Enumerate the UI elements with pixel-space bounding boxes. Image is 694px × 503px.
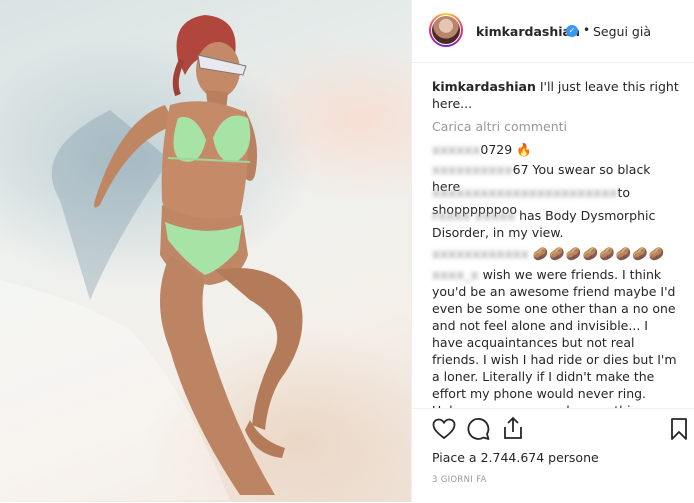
comment-icon[interactable] xyxy=(467,417,491,441)
comment: xxxxxxxxxxxx 🥔🥔🥔🥔🥔🥔🥔🥔 xyxy=(432,245,682,262)
avatar-image xyxy=(431,15,461,45)
post-timestamp[interactable]: 3 GIORNI FA xyxy=(432,475,487,485)
comment: xxxxxx0729 🔥 xyxy=(432,141,682,158)
instagram-post: kimkardashian ✓ • Segui già kimkardashia… xyxy=(0,0,694,502)
bookmark-icon[interactable] xyxy=(670,417,688,441)
header-username[interactable]: kimkardashian xyxy=(476,24,580,39)
post-photo[interactable] xyxy=(0,0,411,502)
comment-username-blurred[interactable]: xxxxxxxxxxxx xyxy=(432,245,529,262)
likes-count[interactable]: Piace a 2.744.674 persone xyxy=(432,450,599,465)
comment: rxxxx xxxxx has Body Dysmorphic Disorder… xyxy=(432,207,682,241)
comment-username-blurred[interactable]: xxxxxxxxxx xyxy=(432,161,513,178)
post-actions: Piace a 2.744.674 persone 3 GIORNI FA xyxy=(412,408,694,503)
verified-badge-icon: ✓ xyxy=(566,25,578,37)
comment: xxxx_x wish we were friends. I think you… xyxy=(432,266,682,408)
header-separator: • xyxy=(583,23,591,37)
comment-text: 0729 🔥 xyxy=(480,142,532,157)
comment-username-blurred[interactable]: xxxxxxxxxxxxxxxxxxxxxxx xyxy=(432,184,617,201)
photo-illustration xyxy=(0,15,303,502)
comment-username-blurred[interactable]: rxxxx xxxxx xyxy=(432,207,515,224)
load-more-comments-button[interactable]: Carica altri commenti xyxy=(432,119,567,134)
heart-icon[interactable] xyxy=(432,418,456,440)
caption: kimkardashian I'll just leave this right… xyxy=(432,78,680,112)
comments-section: kimkardashian I'll just leave this right… xyxy=(412,63,694,408)
post-side-panel: kimkardashian ✓ • Segui già kimkardashia… xyxy=(411,0,694,502)
comment-text: wish we were friends. I think you'd be a… xyxy=(432,267,677,408)
avatar[interactable] xyxy=(429,13,463,47)
post-header: kimkardashian ✓ • Segui già xyxy=(412,0,694,63)
comment-username-blurred[interactable]: xxxx_x xyxy=(432,266,479,283)
following-button[interactable]: Segui già xyxy=(593,24,651,39)
caption-username[interactable]: kimkardashian xyxy=(432,79,536,94)
comment-username-blurred[interactable]: xxxxxx xyxy=(432,141,480,158)
comment-potato-emojis: 🥔🥔🥔🥔🥔🥔🥔🥔 xyxy=(532,246,666,261)
share-icon[interactable] xyxy=(502,416,524,440)
